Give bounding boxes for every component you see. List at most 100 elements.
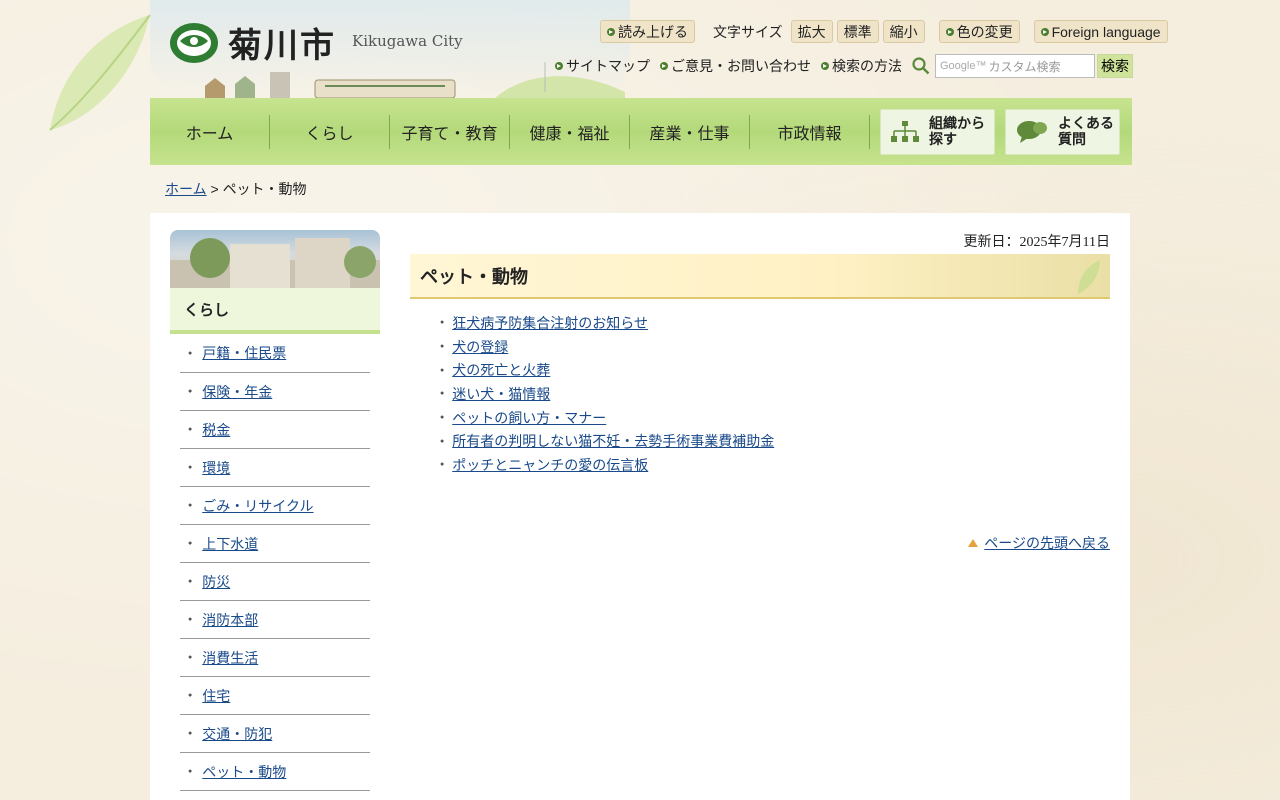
- back-to-top[interactable]: ページの先頭へ戻る: [968, 533, 1110, 553]
- font-large-button[interactable]: 拡大: [790, 20, 833, 43]
- arrow-bullet-icon: [555, 62, 563, 70]
- font-standard-button[interactable]: 標準: [836, 20, 879, 43]
- faq-label: よくある 質問: [1058, 116, 1114, 148]
- sidebar-menu: 戸籍・住民票 保険・年金 税金 環境 ごみ・リサイクル 上下水道 防災 消防本部…: [180, 334, 370, 791]
- sidebar-item-fire-dept[interactable]: 消防本部: [180, 601, 370, 639]
- sidebar-item-tax[interactable]: 税金: [180, 411, 370, 449]
- sidebar-title: くらし: [170, 288, 380, 334]
- sidebar-link[interactable]: 上下水道: [202, 534, 258, 554]
- sidebar-link[interactable]: 消費生活: [202, 648, 258, 668]
- sidebar: くらし 戸籍・住民票 保険・年金 税金 環境 ごみ・リサイクル 上下水道 防災 …: [170, 230, 380, 791]
- breadcrumb-home-link[interactable]: ホーム: [165, 181, 207, 197]
- sidebar-link[interactable]: 戸籍・住民票: [202, 343, 286, 363]
- arrow-bullet-icon: [660, 62, 668, 70]
- foreign-language-label: Foreign language: [1051, 23, 1161, 40]
- nav-industry-work[interactable]: 産業・仕事: [630, 114, 750, 149]
- sidebar-header-photo: [170, 230, 380, 288]
- content-link[interactable]: 狂犬病予防集合注射のお知らせ: [452, 313, 648, 333]
- content-link[interactable]: ポッチとニャンチの愛の伝言板: [452, 455, 648, 475]
- list-item[interactable]: ペットの飼い方・マナー: [440, 406, 774, 430]
- font-size-label: 文字サイズ: [713, 24, 783, 41]
- content-link[interactable]: 犬の登録: [452, 337, 508, 357]
- sitemap-label: サイトマップ: [566, 58, 650, 74]
- sidebar-link[interactable]: ごみ・リサイクル: [202, 496, 313, 516]
- breadcrumb-current: ペット・動物: [222, 181, 307, 197]
- sidebar-item-traffic-crime[interactable]: 交通・防犯: [180, 715, 370, 753]
- sidebar-link[interactable]: 交通・防犯: [202, 724, 272, 744]
- content-link[interactable]: ペットの飼い方・マナー: [452, 408, 606, 428]
- global-nav: ホーム くらし 子育て・教育 健康・福祉 産業・仕事 市政情報 組織から 探す …: [150, 98, 1132, 165]
- sidebar-link[interactable]: 税金: [202, 420, 230, 440]
- list-item[interactable]: 狂犬病予防集合注射のお知らせ: [440, 311, 774, 335]
- back-to-top-link[interactable]: ページの先頭へ戻る: [984, 533, 1110, 553]
- content-link[interactable]: 迷い犬・猫情報: [452, 384, 550, 404]
- search-placeholder: カスタム検索: [988, 59, 1061, 74]
- sidebar-link[interactable]: ペット・動物: [202, 762, 286, 782]
- contact-link[interactable]: ご意見・お問い合わせ: [660, 56, 811, 76]
- nav-living[interactable]: くらし: [270, 114, 390, 149]
- city-name-en: Kikugawa City: [352, 32, 463, 50]
- updated-date: 更新日：2025年7月11日: [963, 235, 1110, 250]
- list-item[interactable]: 犬の死亡と火葬: [440, 358, 774, 382]
- nav-city-info[interactable]: 市政情報: [750, 114, 870, 149]
- font-small-button[interactable]: 縮小: [882, 20, 925, 43]
- leaf-icon: [1078, 260, 1100, 294]
- list-item[interactable]: 犬の登録: [440, 335, 774, 359]
- sidebar-item-water[interactable]: 上下水道: [180, 525, 370, 563]
- up-triangle-icon: [968, 539, 979, 547]
- org-search-label: 組織から 探す: [929, 116, 985, 148]
- sidebar-link[interactable]: 環境: [202, 458, 230, 478]
- sidebar-link[interactable]: 保険・年金: [202, 382, 272, 402]
- sidebar-item-disaster[interactable]: 防災: [180, 563, 370, 601]
- sidebar-link[interactable]: 防災: [202, 572, 230, 592]
- content-link-list: 狂犬病予防集合注射のお知らせ 犬の登録 犬の死亡と火葬 迷い犬・猫情報 ペットの…: [440, 311, 774, 477]
- search-help-label: 検索の方法: [832, 58, 902, 74]
- sidebar-item-garbage-recycle[interactable]: ごみ・リサイクル: [180, 487, 370, 525]
- list-item[interactable]: ポッチとニャンチの愛の伝言板: [440, 453, 774, 477]
- list-item[interactable]: 所有者の判明しない猫不妊・去勢手術事業費補助金: [440, 429, 774, 453]
- city-emblem-icon: [170, 22, 218, 63]
- leaf-decoration: [49, 14, 151, 131]
- color-change-label: 色の変更: [956, 23, 1013, 40]
- sidebar-link[interactable]: 住宅: [202, 686, 230, 706]
- search-help-link[interactable]: 検索の方法: [821, 56, 902, 76]
- org-chart-icon: [891, 120, 919, 142]
- faq-button[interactable]: よくある 質問: [1005, 108, 1120, 155]
- sitemap-link[interactable]: サイトマップ: [555, 56, 650, 76]
- city-logo[interactable]: 菊川市: [168, 18, 336, 67]
- nav-health-welfare[interactable]: 健康・福祉: [510, 114, 630, 149]
- content-link[interactable]: 犬の死亡と火葬: [452, 360, 550, 380]
- org-search-line2: 探す: [929, 131, 957, 148]
- city-name: 菊川市: [228, 26, 336, 66]
- sidebar-item-insurance-pension[interactable]: 保険・年金: [180, 373, 370, 411]
- search-icon: [912, 57, 930, 75]
- sidebar-item-consumer[interactable]: 消費生活: [180, 639, 370, 677]
- utility-toolbar: 読み上げる 文字サイズ 拡大 標準 縮小 色の変更 Foreign langua…: [600, 20, 1168, 43]
- list-item[interactable]: 迷い犬・猫情報: [440, 382, 774, 406]
- arrow-bullet-icon: [607, 27, 615, 36]
- header-links: サイトマップ ご意見・お問い合わせ 検索の方法 Google™ カスタム検索 検…: [555, 54, 1133, 78]
- breadcrumb: ホーム > ペット・動物: [165, 179, 307, 199]
- read-aloud-label: 読み上げる: [618, 23, 688, 40]
- content-link[interactable]: 所有者の判明しない猫不妊・去勢手術事業費補助金: [452, 431, 774, 451]
- arrow-bullet-icon: [821, 62, 829, 70]
- org-search-button[interactable]: 組織から 探す: [880, 108, 995, 155]
- nav-childcare-education[interactable]: 子育て・教育: [390, 114, 510, 149]
- faq-line2: 質問: [1058, 131, 1086, 148]
- foreign-language-button[interactable]: Foreign language: [1033, 20, 1168, 43]
- sidebar-item-family-register[interactable]: 戸籍・住民票: [180, 334, 370, 373]
- color-change-button[interactable]: 色の変更: [938, 20, 1020, 43]
- sidebar-item-pets[interactable]: ペット・動物: [180, 753, 370, 791]
- arrow-bullet-icon: [945, 27, 954, 36]
- nav-home[interactable]: ホーム: [150, 114, 270, 149]
- search-button[interactable]: 検索: [1097, 54, 1133, 78]
- sidebar-link[interactable]: 消防本部: [202, 610, 258, 630]
- faq-line1: よくある: [1058, 115, 1114, 132]
- search-input[interactable]: Google™ カスタム検索: [935, 54, 1095, 78]
- sidebar-item-environment[interactable]: 環境: [180, 449, 370, 487]
- sidebar-item-housing[interactable]: 住宅: [180, 677, 370, 715]
- contact-label: ご意見・お問い合わせ: [671, 58, 811, 74]
- read-aloud-button[interactable]: 読み上げる: [600, 20, 695, 43]
- page-title-text: ペット・動物: [420, 266, 528, 288]
- arrow-bullet-icon: [1040, 27, 1049, 36]
